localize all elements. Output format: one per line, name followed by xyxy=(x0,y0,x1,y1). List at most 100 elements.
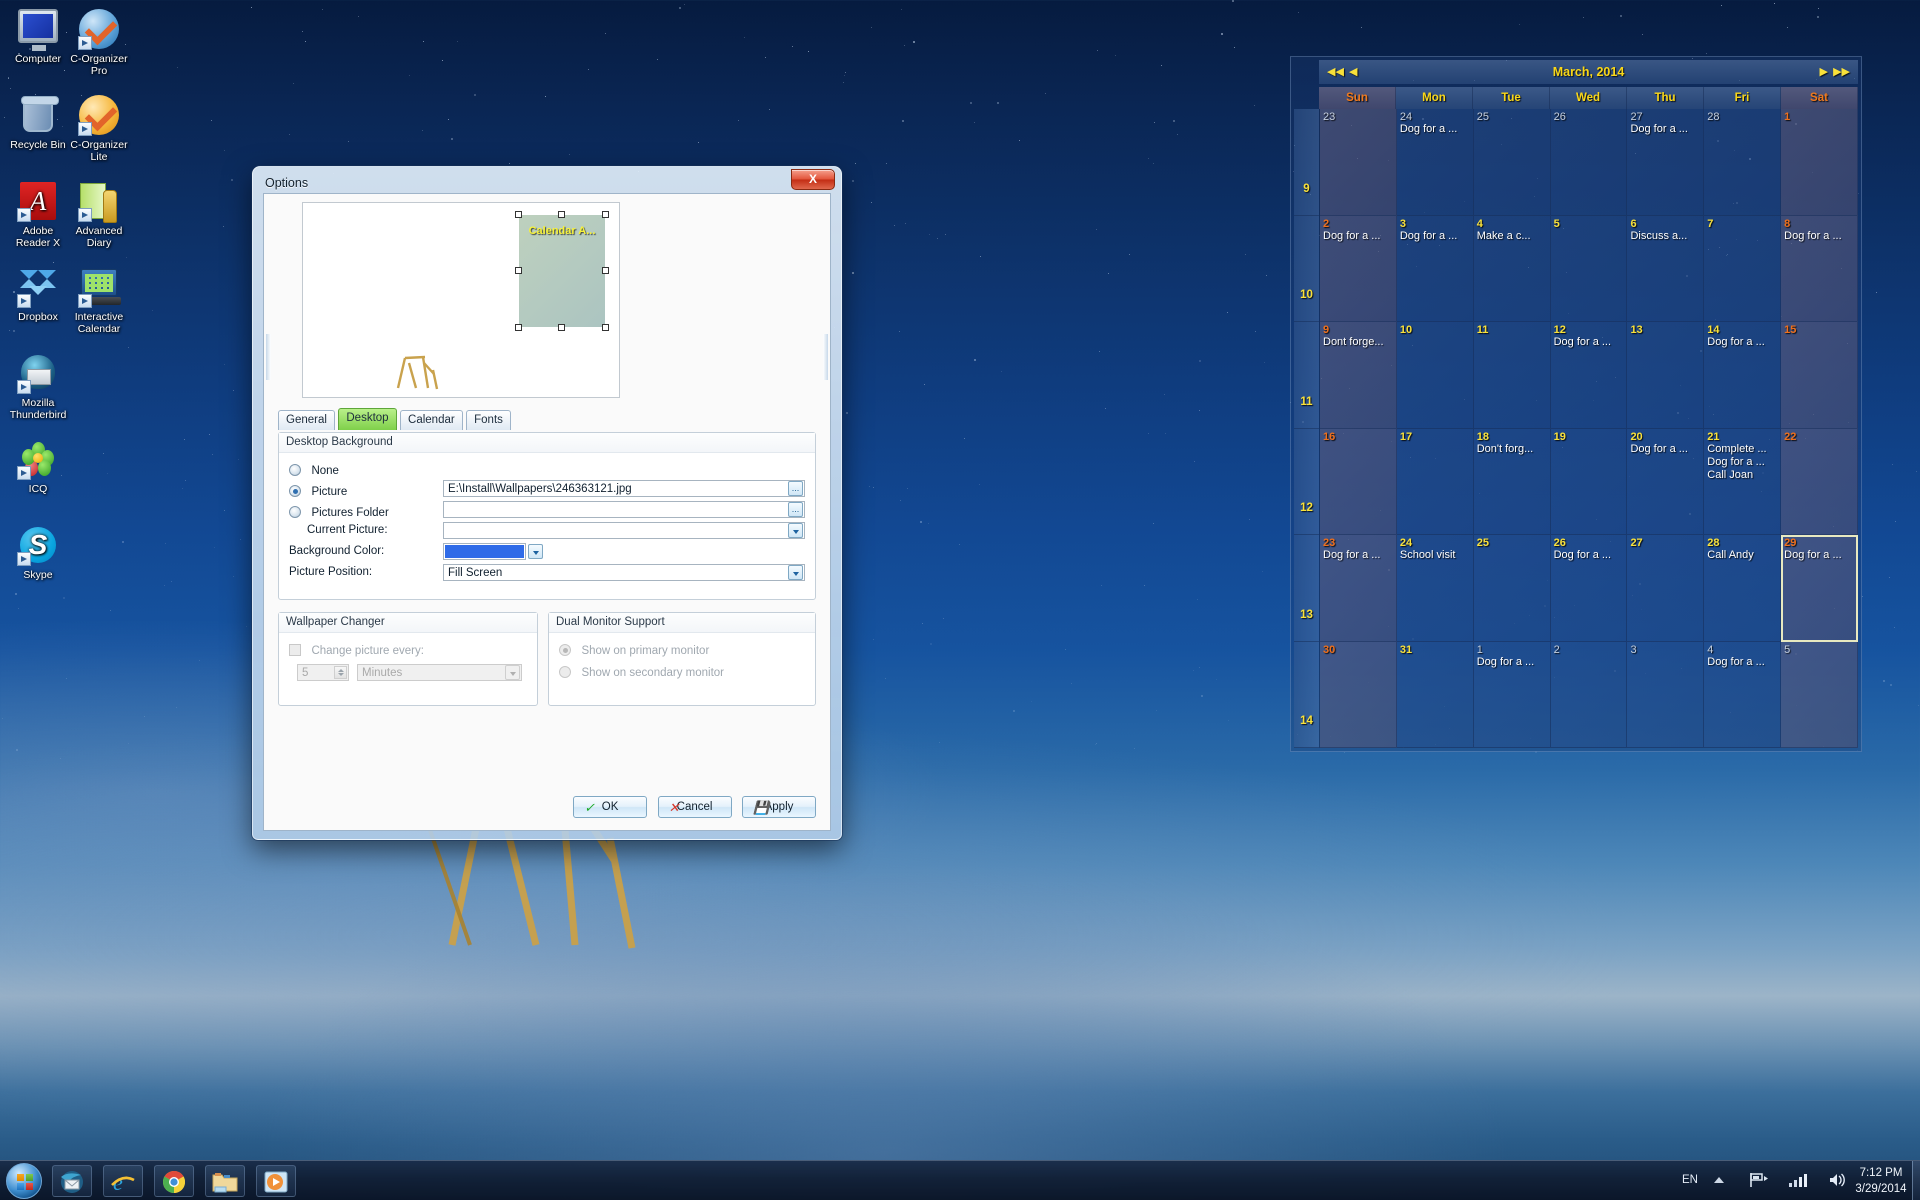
calendar-day-cell[interactable]: 27 xyxy=(1627,535,1705,642)
next-month-icon[interactable]: ▶ xyxy=(1820,60,1828,84)
resize-handle-w[interactable] xyxy=(515,267,522,274)
resize-handle-n[interactable] xyxy=(558,211,565,218)
calendar-day-cell[interactable]: 24 School visit xyxy=(1396,535,1474,642)
interval-unit-combo[interactable]: Minutes xyxy=(357,664,522,681)
calendar-day-cell[interactable]: 25 xyxy=(1473,109,1551,216)
calendar-day-cell[interactable]: 28 xyxy=(1704,109,1782,216)
stepper-arrows-icon[interactable] xyxy=(334,666,347,679)
calendar-day-cell[interactable]: 22 xyxy=(1781,428,1859,535)
resize-grip-right[interactable] xyxy=(823,334,828,380)
calendar-day-cell[interactable]: 1 Dog for a ... xyxy=(1473,641,1551,748)
calendar-day-cell[interactable]: 15 xyxy=(1781,322,1859,429)
calendar-day-cell[interactable]: 27 Dog for a ... xyxy=(1627,109,1705,216)
calendar-event[interactable]: Dog for a ... xyxy=(1784,230,1854,243)
interval-stepper[interactable]: 5 xyxy=(297,664,349,681)
calendar-day-cell[interactable]: 7 xyxy=(1704,215,1782,322)
radio-secondary-monitor-row[interactable]: Show on secondary monitor xyxy=(559,663,724,681)
calendar-day-cell[interactable]: 10 xyxy=(1396,322,1474,429)
desktop-icon-recycle-bin[interactable]: Recycle Bin xyxy=(5,94,71,151)
calendar-day-cell[interactable]: 1 xyxy=(1781,109,1859,216)
calendar-event[interactable]: Complete ... xyxy=(1707,443,1777,456)
taskbar-button-thunderbird[interactable] xyxy=(52,1165,92,1197)
calendar-day-cell[interactable]: 25 xyxy=(1473,535,1551,642)
picture-position-dropdown-icon[interactable] xyxy=(788,565,803,580)
calendar-day-cell[interactable]: 23 xyxy=(1320,109,1397,216)
volume-speaker-icon[interactable] xyxy=(1828,1172,1848,1188)
calendar-event[interactable]: Dog for a ... xyxy=(1630,443,1700,456)
signal-bars-icon[interactable] xyxy=(1788,1172,1808,1188)
calendar-event[interactable]: Dog for a ... xyxy=(1323,549,1393,562)
browse-picture-button[interactable]: ... xyxy=(788,481,803,496)
desktop-icon-c-organizer-lite[interactable]: C-Organizer Lite xyxy=(66,94,132,163)
calendar-day-cell[interactable]: 19 xyxy=(1550,428,1628,535)
calendar-event[interactable]: Dog for a ... xyxy=(1554,336,1624,349)
resize-grip-left[interactable] xyxy=(266,334,271,380)
calendar-day-cell[interactable]: 4 Make a c... xyxy=(1473,215,1551,322)
calendar-day-cell[interactable]: 23 Dog for a ... xyxy=(1320,535,1397,642)
calendar-day-cell[interactable]: 3 Dog for a ... xyxy=(1396,215,1474,322)
calendar-event[interactable]: Don't forg... xyxy=(1477,443,1547,456)
calendar-day-cell[interactable]: 3 xyxy=(1627,641,1705,748)
calendar-event[interactable]: Dog for a ... xyxy=(1323,230,1393,243)
calendar-event[interactable]: School visit xyxy=(1400,549,1470,562)
calendar-day-cell[interactable]: 26 xyxy=(1550,109,1628,216)
desktop-icon-dropbox[interactable]: Dropbox xyxy=(5,266,71,323)
calendar-event[interactable]: Discuss a... xyxy=(1630,230,1700,243)
tab-desktop[interactable]: Desktop xyxy=(338,408,397,430)
previous-month-icon[interactable]: ◀ xyxy=(1349,60,1357,84)
resize-handle-s[interactable] xyxy=(558,324,565,331)
calendar-day-cell[interactable]: 31 xyxy=(1396,641,1474,748)
resize-handle-se[interactable] xyxy=(602,324,609,331)
calendar-day-cell[interactable]: 8 Dog for a ... xyxy=(1781,215,1859,322)
radio-none-row[interactable]: None xyxy=(289,461,339,479)
tab-general[interactable]: General xyxy=(278,410,335,430)
calendar-day-cell[interactable]: 26 Dog for a ... xyxy=(1550,535,1628,642)
start-button[interactable] xyxy=(6,1163,42,1199)
desktop-icon-c-organizer-pro[interactable]: C-Organizer Pro xyxy=(66,8,132,77)
radio-primary-monitor-row[interactable]: Show on primary monitor xyxy=(559,641,709,659)
calendar-day-cell[interactable]: 18 Don't forg... xyxy=(1473,428,1551,535)
calendar-event[interactable]: Dog for a ... xyxy=(1707,456,1777,469)
dialog-title-bar[interactable]: Options X xyxy=(257,169,837,193)
taskbar-button-internet-explorer[interactable]: e xyxy=(103,1165,143,1197)
resize-handle-e[interactable] xyxy=(602,267,609,274)
calendar-day-cell[interactable]: 5 xyxy=(1781,641,1859,748)
radio-none-icon[interactable] xyxy=(289,464,301,476)
current-picture-combo[interactable] xyxy=(443,522,805,539)
picture-position-combo[interactable]: Fill Screen xyxy=(443,564,805,581)
calendar-event[interactable]: Dog for a ... xyxy=(1630,123,1700,136)
calendar-day-cell[interactable]: 14 Dog for a ... xyxy=(1704,322,1782,429)
background-color-swatch[interactable] xyxy=(443,543,526,560)
calendar-event[interactable]: Dont forge... xyxy=(1323,336,1393,349)
resize-handle-ne[interactable] xyxy=(602,211,609,218)
desktop-icon-advanced-diary[interactable]: Advanced Diary xyxy=(66,180,132,249)
calendar-day-cell[interactable]: 20 Dog for a ... xyxy=(1627,428,1705,535)
radio-picture-icon[interactable] xyxy=(289,485,301,497)
calendar-day-cell[interactable]: 2 Dog for a ... xyxy=(1320,215,1397,322)
taskbar-button-media-player[interactable] xyxy=(256,1165,296,1197)
show-desktop-button[interactable] xyxy=(1912,1161,1920,1200)
radio-pictures-folder-row[interactable]: Pictures Folder xyxy=(289,503,389,521)
cancel-button[interactable]: ✕ Cancel xyxy=(657,796,732,818)
calendar-day-cell[interactable]: 21 Complete ... Dog for a ... Call Joan xyxy=(1704,428,1782,535)
show-hidden-icons-chevron-up-icon[interactable] xyxy=(1714,1177,1724,1183)
desktop-icon-computer[interactable]: Computer xyxy=(5,8,71,65)
close-button[interactable]: X xyxy=(791,169,835,190)
calendar-event[interactable]: Call Joan xyxy=(1707,469,1777,482)
change-picture-every-row[interactable]: Change picture every: xyxy=(289,641,424,659)
previous-year-icon[interactable]: ◀◀ xyxy=(1327,60,1344,84)
browse-folder-button[interactable]: ... xyxy=(788,502,803,517)
calendar-day-cell[interactable]: 24 Dog for a ... xyxy=(1396,109,1474,216)
taskbar-clock[interactable]: 7:12 PM 3/29/2014 xyxy=(1852,1165,1910,1197)
calendar-event[interactable]: Dog for a ... xyxy=(1554,549,1624,562)
pictures-folder-input[interactable] xyxy=(443,501,805,518)
calendar-day-cell[interactable]: 2 xyxy=(1550,641,1628,748)
calendar-widget-preview[interactable]: Calendar A... xyxy=(515,211,609,331)
resize-handle-sw[interactable] xyxy=(515,324,522,331)
calendar-event[interactable]: Dog for a ... xyxy=(1707,336,1777,349)
calendar-day-cell[interactable]: 29 Dog for a ... xyxy=(1781,535,1859,642)
calendar-event[interactable]: Call Andy xyxy=(1707,549,1777,562)
radio-pictures-folder-icon[interactable] xyxy=(289,506,301,518)
calendar-event[interactable]: Dog for a ... xyxy=(1400,230,1470,243)
taskbar-button-google-chrome[interactable] xyxy=(154,1165,194,1197)
